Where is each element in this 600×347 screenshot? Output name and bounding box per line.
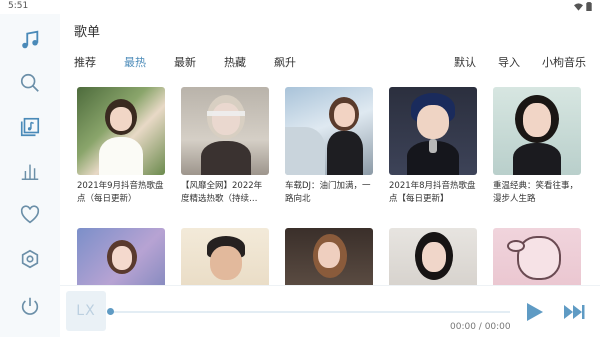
search-icon xyxy=(20,73,39,92)
source-select-button[interactable]: 小枸音乐 xyxy=(542,54,586,70)
now-playing-cover[interactable]: LX xyxy=(66,291,106,331)
status-bar: 5:51 xyxy=(0,0,600,14)
heart-icon xyxy=(20,205,40,224)
tab-hottest[interactable]: 最热 xyxy=(124,54,174,70)
playlist-cover xyxy=(389,87,477,175)
music-note-icon xyxy=(22,30,39,49)
category-tabs: 推荐 最热 最新 热藏 飙升 xyxy=(74,54,324,70)
tab-hot-collect[interactable]: 热藏 xyxy=(224,54,274,70)
playlist-cover xyxy=(285,87,373,175)
nav-playlist-button[interactable] xyxy=(14,111,46,143)
playlist-name: 重温经典：笑看往事，漫步人生路 xyxy=(493,181,579,204)
settings-icon xyxy=(21,249,39,269)
playlist-card[interactable]: 车载DJ：油门加满，一路向北 xyxy=(285,87,373,206)
playlist-card[interactable]: 【风靡全网】2022年度精选热歌（持续… xyxy=(181,87,269,206)
leaderboard-icon xyxy=(21,164,39,180)
battery-icon xyxy=(586,2,592,11)
nav-music-button[interactable] xyxy=(14,24,46,56)
playlist-name: 车载DJ：油门加满，一路向北 xyxy=(285,181,371,204)
playlist-icon xyxy=(20,117,40,137)
tab-newest[interactable]: 最新 xyxy=(174,54,224,70)
power-icon xyxy=(21,297,39,315)
import-button[interactable]: 导入 xyxy=(498,54,520,70)
status-icons xyxy=(574,2,592,11)
sort-default-button[interactable]: 默认 xyxy=(454,54,476,70)
progress-bar[interactable] xyxy=(110,311,510,313)
nav-favorites-button[interactable] xyxy=(14,199,46,231)
nav-exit-button[interactable] xyxy=(14,290,46,322)
playlist-name: 【风靡全网】2022年度精选热歌（持续… xyxy=(181,181,263,204)
playlist-card[interactable]: 2021年8月抖音热歌盘点【每日更新】 xyxy=(389,87,477,206)
nav-search-button[interactable] xyxy=(14,67,46,99)
player-bar: LX 00:00 / 00:00 xyxy=(60,285,600,338)
nav-settings-button[interactable] xyxy=(14,243,46,275)
play-icon[interactable] xyxy=(522,300,546,324)
playlist-card[interactable]: 2021年9月抖音热歌盘点（每日更新） xyxy=(77,87,165,206)
nav-leaderboard-button[interactable] xyxy=(14,155,46,187)
progress-handle[interactable] xyxy=(107,308,114,315)
tab-rising[interactable]: 飙升 xyxy=(274,54,324,70)
page-title: 歌单 xyxy=(74,25,101,40)
wifi-icon xyxy=(574,2,583,11)
playlist-cover xyxy=(493,87,581,175)
playlist-cover xyxy=(77,87,165,175)
header-actions: 默认 导入 小枸音乐 xyxy=(454,54,586,70)
next-track-icon[interactable] xyxy=(562,302,586,322)
tab-recommend[interactable]: 推荐 xyxy=(74,54,124,70)
playlist-name: 2021年9月抖音热歌盘点（每日更新） xyxy=(77,181,164,204)
sidebar xyxy=(0,14,60,337)
playback-time: 00:00 / 00:00 xyxy=(450,322,511,332)
playlist-cover xyxy=(181,87,269,175)
status-time: 5:51 xyxy=(8,1,29,11)
playlist-card[interactable]: 重温经典：笑看往事，漫步人生路 xyxy=(493,87,581,206)
playlist-name: 2021年8月抖音热歌盘点【每日更新】 xyxy=(389,181,476,204)
